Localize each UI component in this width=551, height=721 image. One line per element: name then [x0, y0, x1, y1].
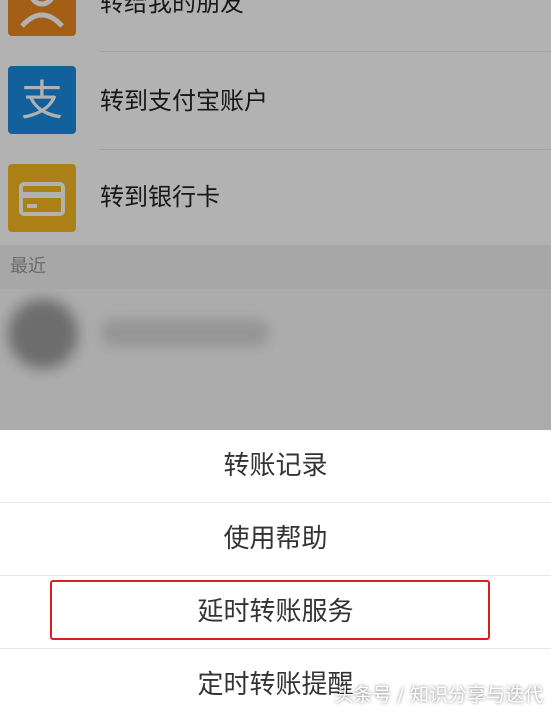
- watermark: 头条号 / 知识分享与迭代: [334, 684, 543, 706]
- menu-item-help[interactable]: 使用帮助: [0, 503, 551, 575]
- dim-overlay[interactable]: [0, 0, 551, 430]
- menu-item-transfer-records[interactable]: 转账记录: [0, 430, 551, 502]
- highlight-box: [50, 580, 490, 640]
- action-sheet: 转账记录 使用帮助 延时转账服务 定时转账提醒: [0, 430, 551, 717]
